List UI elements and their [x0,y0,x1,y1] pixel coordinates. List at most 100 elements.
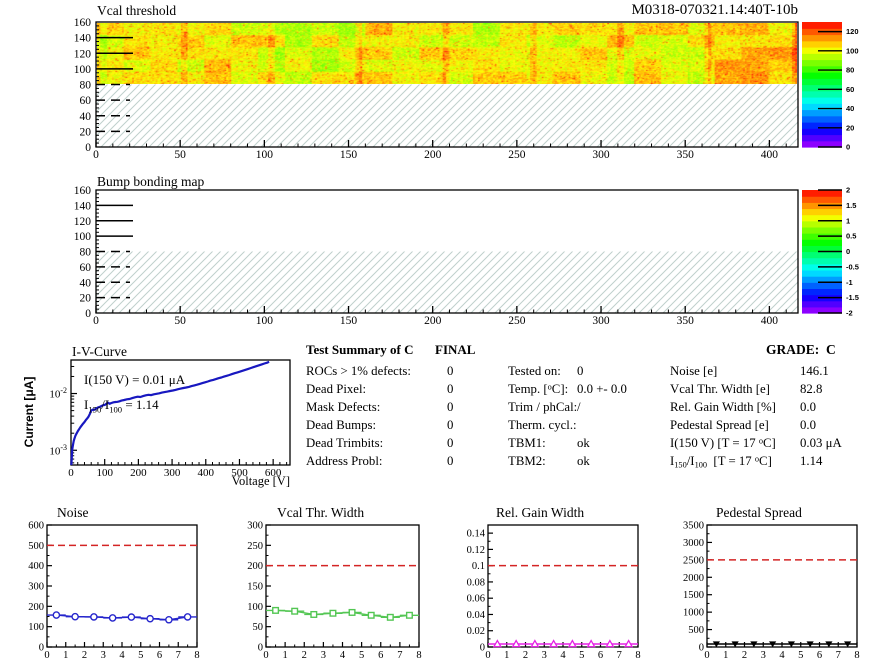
svg-text:0.02: 0.02 [467,626,485,637]
svg-text:4: 4 [340,650,346,661]
svg-text:80: 80 [846,66,854,75]
summary-label: I150/I100 [T = 17 oC] [670,454,772,470]
summary-label: Dead Trimbits: [306,436,384,450]
svg-text:250: 250 [508,149,526,161]
svg-text:160: 160 [74,17,92,29]
svg-text:8: 8 [416,650,421,661]
svg-text:0.5: 0.5 [846,232,856,241]
svg-text:150: 150 [247,582,263,593]
svg-text:1: 1 [63,650,68,661]
summary-label: Address Probl: [306,454,383,468]
svg-text:300: 300 [28,582,44,593]
summary-value: 0 [447,400,454,414]
svg-text:0: 0 [93,315,99,327]
svg-text:6: 6 [157,650,162,661]
svg-text:5: 5 [359,650,364,661]
svg-text:60: 60 [80,95,92,107]
svg-text:50: 50 [174,149,186,161]
svg-text:100: 100 [28,622,44,633]
summary-value: 0.0 +- 0.0 [577,382,627,396]
svg-text:7: 7 [617,650,622,661]
svg-text:120: 120 [74,48,92,60]
summary-label: Pedestal Spread [e] [670,418,769,432]
summary-trend-charts: 01002003004005006000 1 2 3 4 5 6 7 8050100150200… [28,521,859,662]
svg-text:1000: 1000 [683,608,704,619]
summary-label: TBM2: [508,454,546,468]
summary-label: Dead Pixel: [306,382,367,396]
summary-label: Temp. [oC]: [508,382,569,396]
svg-text:200: 200 [247,561,263,572]
summary-label: Mask Defects: [306,400,381,414]
svg-text:3500: 3500 [683,521,704,532]
svg-text:I150/I100 = 1.14: I150/I100 = 1.14 [84,397,159,415]
summary-grade: GRADE: C [766,342,836,357]
summary-value: / [577,400,581,414]
svg-text:1.5: 1.5 [846,201,856,210]
svg-text:160: 160 [74,185,92,197]
svg-text:20: 20 [80,293,92,305]
svg-text:120: 120 [74,216,92,228]
svg-text:5: 5 [579,650,584,661]
svg-text:3000: 3000 [683,538,704,549]
summary-label: Rel. Gain Width [%] [670,400,776,414]
svg-text:0: 0 [68,467,74,479]
svg-text:2: 2 [742,650,747,661]
svg-text:3: 3 [101,650,106,661]
summary-label: Therm. cycl.: [508,418,577,432]
svg-text:100: 100 [96,467,113,479]
svg-text:8: 8 [194,650,199,661]
iv-curve-title: I-V-Curve [72,344,127,359]
svg-text:1: 1 [283,650,288,661]
svg-text:20: 20 [80,126,92,138]
noise-title: Noise [57,505,89,520]
pedestal-spread-title: Pedestal Spread [716,505,802,520]
svg-text:500: 500 [28,541,44,552]
svg-text:0: 0 [485,650,490,661]
svg-text:0.14: 0.14 [467,529,486,540]
svg-text:0: 0 [44,650,49,661]
svg-text:0: 0 [85,142,91,154]
svg-text:400: 400 [198,467,215,479]
svg-text:0.08: 0.08 [467,577,485,588]
svg-text:600: 600 [28,521,44,532]
svg-text:2500: 2500 [683,555,704,566]
svg-text:150: 150 [340,315,358,327]
module-test-report: M0318-070321.14:40T-10b Vcal threshold B… [0,0,896,672]
svg-text:3: 3 [542,650,547,661]
svg-text:2000: 2000 [683,573,704,584]
svg-text:I(150 V) = 0.01 μA: I(150 V) = 0.01 μA [84,372,186,387]
svg-text:0.12: 0.12 [467,545,485,556]
svg-text:400: 400 [761,149,779,161]
svg-text:60: 60 [846,85,854,94]
svg-text:7: 7 [397,650,402,661]
summary-value: 0.0 [800,400,816,414]
svg-text:1500: 1500 [683,590,704,601]
summary-value: 0.03 μA [800,436,842,450]
summary-value: 0 [447,436,454,450]
svg-text:6: 6 [378,650,383,661]
svg-text:3: 3 [761,650,766,661]
summary-value: 0 [447,382,454,396]
svg-text:500: 500 [688,625,704,636]
svg-text:200: 200 [130,467,147,479]
summary-title: Test Summary of C [306,342,414,357]
svg-text:300: 300 [247,521,263,532]
module-id: M0318-070321.14:40T-10b [631,2,798,18]
svg-text:7: 7 [176,650,181,661]
svg-text:3: 3 [321,650,326,661]
summary-label: Dead Bumps: [306,418,377,432]
svg-text:100: 100 [256,149,274,161]
svg-text:0: 0 [846,143,850,152]
svg-text:10-2: 10-2 [49,386,67,401]
svg-text:0: 0 [85,308,91,320]
svg-text:5: 5 [798,650,803,661]
svg-text:400: 400 [28,561,44,572]
svg-text:50: 50 [174,315,186,327]
svg-text:2: 2 [523,650,528,661]
svg-text:50: 50 [253,622,264,633]
svg-text:200: 200 [28,602,44,613]
svg-text:1: 1 [723,650,728,661]
bump-bonding-title: Bump bonding map [97,174,205,189]
summary-final-label: FINAL [435,342,476,357]
summary-value: 0 [447,418,454,432]
